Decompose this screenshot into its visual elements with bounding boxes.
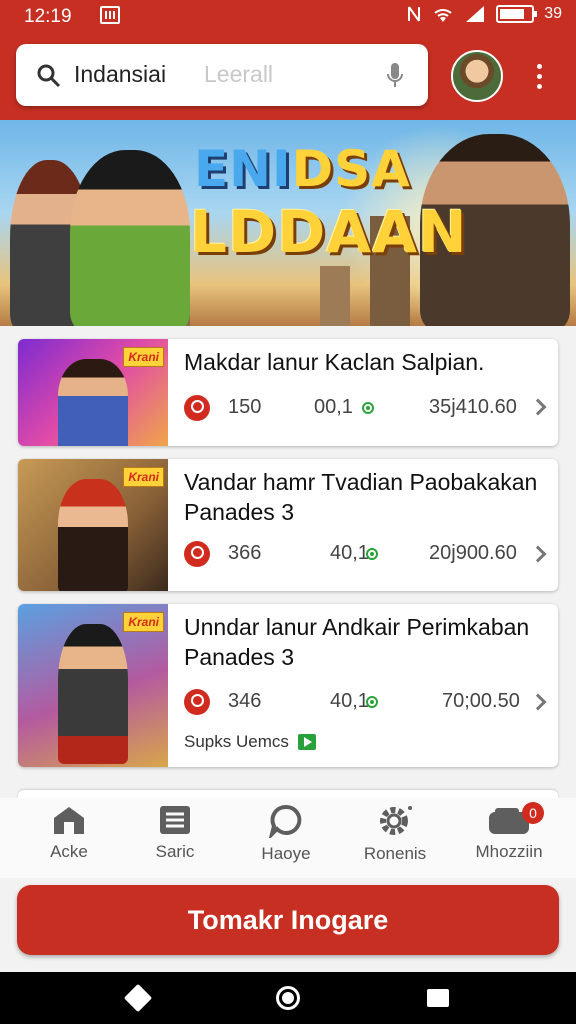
app-header: Indansiai Leerall: [0, 32, 576, 120]
item-stat-rating: 00,1: [314, 396, 353, 418]
promo-banner[interactable]: ENIDSA LDDAAN: [0, 120, 576, 326]
nav-item-ronenis[interactable]: Ronenis: [340, 804, 450, 864]
status-dot-icon: [366, 548, 378, 560]
battery-level: 39: [544, 5, 562, 22]
nav-label: Ronenis: [363, 844, 427, 863]
recents-icon[interactable]: [427, 989, 449, 1007]
item-stat-value: 35j410.60: [429, 396, 517, 418]
thumbnail-character: [58, 624, 128, 765]
nav-item-acke[interactable]: Acke: [14, 804, 124, 862]
mic-icon[interactable]: [386, 62, 404, 90]
home-icon: [54, 807, 84, 834]
chat-icon: [269, 804, 302, 838]
item-subtitle: Supks Uemcs: [184, 732, 289, 751]
item-badge: Krani: [123, 467, 164, 487]
chevron-right-icon[interactable]: [529, 693, 547, 711]
search-bar[interactable]: Indansiai Leerall: [16, 44, 428, 106]
item-badge: Krani: [123, 612, 164, 632]
item-badge: Krani: [123, 347, 164, 367]
item-stat-count: 150: [228, 396, 262, 418]
item-title: Vandar hamr Tvadian Paobakakan Panades 3: [184, 469, 538, 525]
search-icon[interactable]: [36, 63, 62, 89]
item-stats: 346 40,1 70;00.50: [184, 688, 524, 716]
chevron-right-icon[interactable]: [529, 545, 547, 563]
banner-character-center: [70, 150, 190, 326]
nav-item-mhozziin[interactable]: 0 Mhozziin: [454, 802, 564, 862]
nav-item-saric[interactable]: Saric: [120, 804, 230, 862]
notification-badge: 0: [522, 802, 544, 824]
item-thumbnail: Krani: [18, 459, 168, 591]
search-placeholder: Leerall: [204, 61, 274, 87]
more-vert-icon[interactable]: [534, 64, 544, 94]
list-item[interactable]: Krani Unndar lanur Andkair Perimkaban Pa…: [18, 604, 558, 767]
play-icon[interactable]: [298, 734, 316, 750]
thumbnail-character: [58, 359, 128, 446]
item-stats: 366 40,1 20j900.60: [184, 540, 524, 568]
back-icon[interactable]: [123, 983, 153, 1013]
chevron-right-icon[interactable]: [529, 398, 547, 416]
nav-label: Haoye: [261, 844, 311, 863]
item-title: Unndar lanur Andkair Perimkaban Panades …: [184, 614, 530, 670]
status-time: 12:19: [24, 6, 72, 27]
list-item[interactable]: Krani Makdar lanur Kaclan Salpian. 150 0…: [18, 339, 558, 446]
banner-building: [320, 266, 350, 326]
banner-title-part-b: DSA: [291, 140, 411, 198]
nav-label: Mhozziin: [475, 842, 543, 861]
item-thumbnail: Krani: [18, 339, 168, 446]
status-bar: 12:19 39: [0, 0, 576, 32]
battery-icon: [496, 5, 538, 23]
list-item[interactable]: Krani Vandar hamr Tvadian Paobakakan Pan…: [18, 459, 558, 591]
wifi-icon: [434, 9, 452, 22]
avatar[interactable]: [451, 50, 503, 102]
nav-item-haoye[interactable]: Haoye: [231, 804, 341, 864]
item-stat-value: 70;00.50: [442, 690, 520, 712]
status-dot-icon: [362, 402, 374, 414]
sim-icon: [100, 6, 120, 24]
banner-title-part-a: ENI: [194, 140, 292, 198]
item-stat-rating: 40,1: [330, 542, 369, 564]
award-icon: [184, 395, 210, 421]
banner-title-line1: ENIDSA: [194, 140, 411, 198]
item-thumbnail: Krani: [18, 604, 168, 767]
thumbnail-character: [58, 479, 128, 591]
status-icons: 39: [406, 5, 562, 23]
item-stat-count: 346: [228, 690, 262, 712]
primary-action-button[interactable]: Tomakr Inogare: [17, 885, 559, 955]
award-icon: [184, 689, 210, 715]
nav-label: Acke: [50, 842, 88, 861]
item-stat-value: 20j900.60: [429, 542, 517, 564]
signal-icon: [466, 6, 485, 22]
gear-icon: [380, 806, 412, 835]
nfc-icon: [408, 6, 421, 22]
system-nav-bar: [0, 972, 576, 1024]
list-icon: [160, 806, 190, 834]
status-dot-icon: [366, 696, 378, 708]
item-title: Makdar lanur Kaclan Salpian.: [184, 349, 485, 375]
item-stat-count: 366: [228, 542, 262, 564]
banner-title-line2: LDDAAN: [190, 198, 468, 266]
award-icon: [184, 541, 210, 567]
home-circle-icon[interactable]: [276, 986, 300, 1010]
bottom-nav: Acke Saric Haoye Ronenis 0 Mhozziin: [0, 798, 576, 878]
item-stat-rating: 40,1: [330, 690, 369, 712]
nav-label: Saric: [155, 842, 195, 861]
search-input[interactable]: Indansiai: [74, 61, 166, 88]
item-stats: 150 00,1 35j410.60: [184, 394, 524, 422]
